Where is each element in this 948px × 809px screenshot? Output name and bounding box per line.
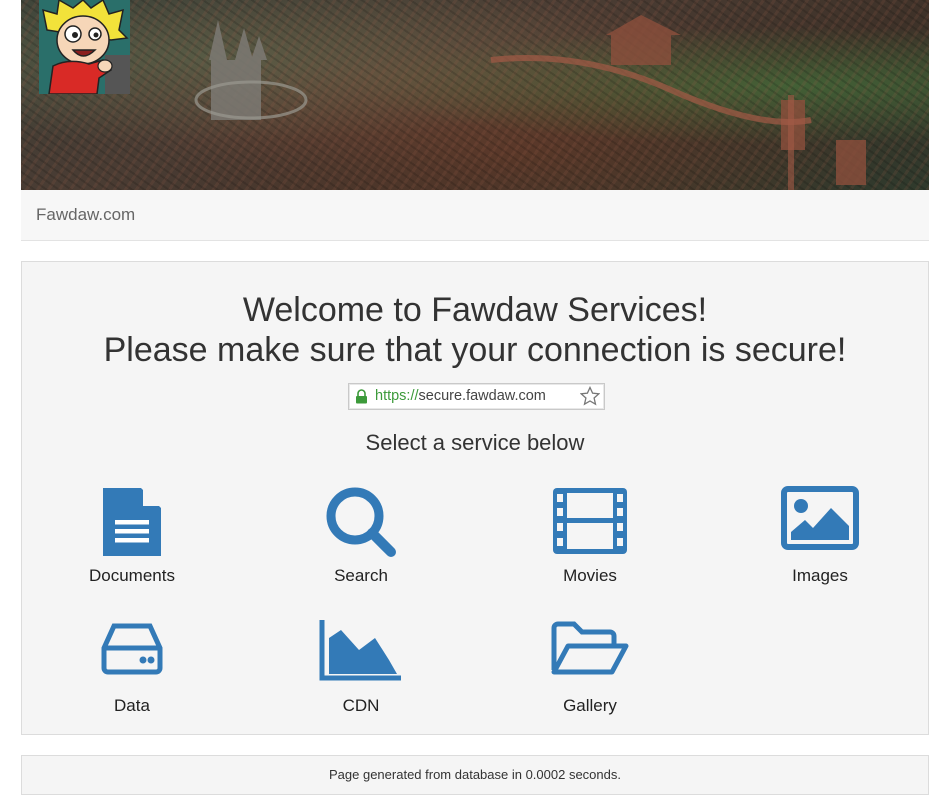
service-label: Search bbox=[334, 566, 388, 585]
service-label: Documents bbox=[89, 566, 175, 585]
select-service-prompt: Select a service below bbox=[365, 430, 585, 455]
services-panel: Welcome to Fawdaw Services! Please make … bbox=[21, 261, 929, 735]
service-movies[interactable]: Movies bbox=[510, 486, 670, 596]
padlock-icon bbox=[356, 389, 367, 404]
service-label: CDN bbox=[342, 696, 380, 715]
service-search[interactable]: Search bbox=[281, 486, 441, 596]
site-title-bar: Fawdaw.com bbox=[21, 190, 929, 241]
service-label: Movies bbox=[563, 566, 617, 585]
page-footer: Page generated from database in 0.0002 s… bbox=[21, 755, 929, 795]
welcome-heading: Welcome to Fawdaw Services! bbox=[242, 291, 708, 329]
service-cdn[interactable]: CDN bbox=[281, 620, 441, 730]
star-bookmark-icon bbox=[580, 386, 600, 406]
header-banner bbox=[21, 0, 929, 190]
film-icon bbox=[553, 488, 627, 554]
folder-open-icon bbox=[551, 621, 629, 675]
document-icon bbox=[103, 488, 161, 556]
search-icon bbox=[326, 487, 396, 557]
avatar[interactable] bbox=[39, 0, 130, 94]
city-illustration bbox=[194, 15, 866, 190]
service-label: Gallery bbox=[563, 696, 617, 715]
example-url: https://secure.fawdaw.com bbox=[375, 388, 546, 404]
service-documents[interactable]: Documents bbox=[52, 486, 212, 596]
service-label: Images bbox=[792, 566, 848, 585]
service-images[interactable]: Images bbox=[740, 486, 900, 596]
service-data[interactable]: Data bbox=[52, 620, 212, 730]
address-bar-example: https://secure.fawdaw.com bbox=[348, 383, 605, 410]
hard-drive-icon bbox=[101, 623, 163, 675]
site-brand-link[interactable]: Fawdaw.com bbox=[36, 205, 135, 225]
picture-icon bbox=[781, 486, 859, 550]
security-notice: Please make sure that your connection is… bbox=[103, 331, 847, 369]
area-chart-icon bbox=[319, 620, 401, 681]
service-gallery[interactable]: Gallery bbox=[510, 620, 670, 730]
service-label: Data bbox=[114, 696, 150, 715]
